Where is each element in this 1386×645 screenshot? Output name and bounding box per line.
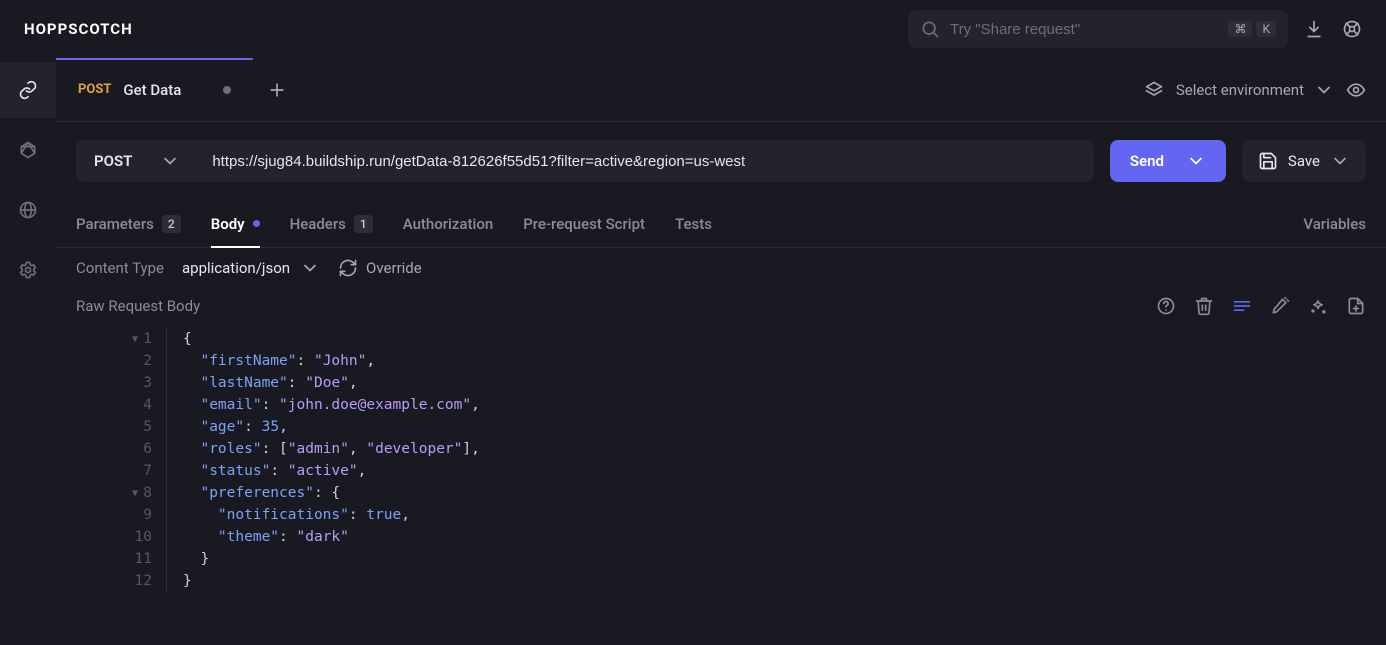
line-number: 8▼ bbox=[56, 482, 166, 504]
tab-method: POST bbox=[78, 82, 111, 97]
chevron-down-icon bbox=[160, 151, 180, 171]
code-content[interactable]: "age": 35, bbox=[183, 416, 288, 438]
tab-headers[interactable]: Headers 1 bbox=[290, 200, 373, 247]
download-icon[interactable] bbox=[1304, 19, 1324, 39]
save-icon bbox=[1258, 151, 1278, 171]
code-content[interactable]: "firstName": "John", bbox=[183, 350, 375, 372]
override-button[interactable]: Override bbox=[338, 258, 422, 278]
body-title: Raw Request Body bbox=[76, 297, 200, 315]
gear-icon bbox=[18, 260, 38, 280]
code-line[interactable]: 12} bbox=[56, 570, 1386, 592]
line-number: 9 bbox=[56, 504, 166, 526]
code-line[interactable]: 11 } bbox=[56, 548, 1386, 570]
tab-prerequest[interactable]: Pre-request Script bbox=[523, 200, 645, 247]
search-icon bbox=[920, 19, 940, 39]
chevron-down-icon bbox=[1330, 151, 1350, 171]
refresh-icon bbox=[338, 258, 358, 278]
code-line[interactable]: 7 "status": "active", bbox=[56, 460, 1386, 482]
link-icon bbox=[18, 80, 38, 100]
code-line[interactable]: 1▼ { bbox=[56, 328, 1386, 350]
code-content[interactable]: "theme": "dark" bbox=[183, 526, 349, 548]
tab-tests[interactable]: Tests bbox=[675, 200, 712, 247]
new-tab-button[interactable] bbox=[253, 58, 301, 122]
tab-parameters[interactable]: Parameters 2 bbox=[76, 200, 181, 247]
method-select[interactable]: POST bbox=[76, 140, 198, 182]
rail-graphql[interactable] bbox=[0, 122, 56, 178]
line-number: 11 bbox=[56, 548, 166, 570]
search-shortcut: ⌘K bbox=[1228, 21, 1276, 37]
support-icon[interactable] bbox=[1342, 19, 1362, 39]
line-number: 10 bbox=[56, 526, 166, 548]
line-number: 5 bbox=[56, 416, 166, 438]
line-number: 6 bbox=[56, 438, 166, 460]
chevron-down-icon bbox=[300, 258, 320, 278]
tab-body[interactable]: Body bbox=[211, 200, 260, 247]
code-line[interactable]: 2 "firstName": "John", bbox=[56, 350, 1386, 372]
code-content[interactable]: "notifications": true, bbox=[183, 504, 410, 526]
app-logo[interactable]: HOPPSCOTCH bbox=[24, 20, 133, 38]
line-number: 7 bbox=[56, 460, 166, 482]
code-line[interactable]: 4 "email": "john.doe@example.com", bbox=[56, 394, 1386, 416]
code-line[interactable]: 6 "roles": ["admin", "developer"], bbox=[56, 438, 1386, 460]
tab-authorization[interactable]: Authorization bbox=[403, 200, 493, 247]
environment-quickview-icon[interactable] bbox=[1346, 80, 1366, 100]
plus-icon bbox=[267, 80, 287, 100]
line-number: 4 bbox=[56, 394, 166, 416]
request-tabbar: POST Get Data Select environment bbox=[56, 58, 1386, 122]
tab-title: Get Data bbox=[123, 81, 181, 99]
line-number: 2 bbox=[56, 350, 166, 372]
prettify-icon[interactable] bbox=[1270, 296, 1290, 316]
headers-count: 1 bbox=[354, 215, 373, 233]
layers-icon bbox=[1144, 80, 1164, 100]
left-rail bbox=[0, 58, 56, 645]
request-tab[interactable]: POST Get Data bbox=[56, 58, 253, 122]
code-line[interactable]: 10 "theme": "dark" bbox=[56, 526, 1386, 548]
help-icon[interactable] bbox=[1156, 296, 1176, 316]
request-body-editor[interactable]: 1▼{2 "firstName": "John",3 "lastName": "… bbox=[56, 324, 1386, 592]
code-content[interactable]: "email": "john.doe@example.com", bbox=[183, 394, 480, 416]
trash-icon[interactable] bbox=[1194, 296, 1214, 316]
code-line[interactable]: 5 "age": 35, bbox=[56, 416, 1386, 438]
search-input[interactable] bbox=[950, 21, 1218, 38]
magic-icon[interactable] bbox=[1308, 296, 1328, 316]
code-content[interactable]: "roles": ["admin", "developer"], bbox=[183, 438, 480, 460]
body-indicator-dot bbox=[253, 220, 260, 227]
code-line[interactable]: 8▼ "preferences": { bbox=[56, 482, 1386, 504]
wrap-icon[interactable] bbox=[1232, 296, 1252, 316]
line-number: 1▼ bbox=[56, 328, 166, 350]
fold-icon[interactable]: ▼ bbox=[132, 483, 138, 505]
rail-settings[interactable] bbox=[0, 242, 56, 298]
code-content[interactable]: "lastName": "Doe", bbox=[183, 372, 358, 394]
rail-realtime[interactable] bbox=[0, 182, 56, 238]
graphql-icon bbox=[18, 140, 38, 160]
code-content[interactable]: "preferences": { bbox=[183, 482, 340, 504]
url-input[interactable] bbox=[212, 153, 1080, 170]
code-content[interactable]: { bbox=[183, 328, 192, 350]
save-button[interactable]: Save bbox=[1242, 140, 1366, 182]
tab-variables[interactable]: Variables bbox=[1303, 215, 1366, 233]
environment-select[interactable]: Select environment bbox=[1176, 80, 1334, 100]
line-number: 12 bbox=[56, 570, 166, 592]
code-line[interactable]: 9 "notifications": true, bbox=[56, 504, 1386, 526]
content-type-label: Content Type bbox=[76, 259, 164, 277]
code-content[interactable]: } bbox=[183, 548, 209, 570]
send-button[interactable]: Send bbox=[1110, 140, 1226, 182]
chevron-down-icon bbox=[1314, 80, 1334, 100]
content-type-select[interactable]: application/json bbox=[182, 258, 320, 278]
fold-icon[interactable]: ▼ bbox=[132, 329, 138, 351]
chevron-down-icon bbox=[1186, 151, 1206, 171]
code-content[interactable]: } bbox=[183, 570, 192, 592]
tab-dirty-indicator bbox=[223, 86, 231, 94]
global-search[interactable]: ⌘K bbox=[908, 10, 1288, 48]
line-number: 3 bbox=[56, 372, 166, 394]
code-content[interactable]: "status": "active", bbox=[183, 460, 366, 482]
rail-rest[interactable] bbox=[0, 62, 56, 118]
globe-icon bbox=[18, 200, 38, 220]
parameters-count: 2 bbox=[162, 215, 181, 233]
code-line[interactable]: 3 "lastName": "Doe", bbox=[56, 372, 1386, 394]
add-file-icon[interactable] bbox=[1346, 296, 1366, 316]
